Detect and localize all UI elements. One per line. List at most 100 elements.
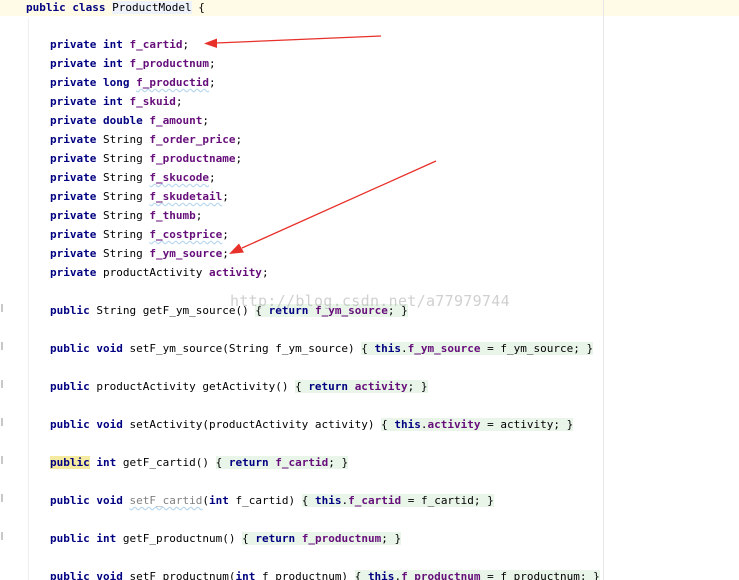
field-line[interactable]: private String f_ym_source; xyxy=(50,246,229,262)
field-type: double xyxy=(102,114,143,127)
semicolon: ; xyxy=(235,133,243,146)
field-ref: f_productnum xyxy=(301,532,382,545)
field-line[interactable]: private int f_cartid; xyxy=(50,37,189,53)
field-line[interactable]: private String f_thumb; xyxy=(50,208,202,224)
field-type: String xyxy=(102,152,143,165)
folded-body[interactable]: { return activity; } xyxy=(295,380,428,393)
close-brace: } xyxy=(414,380,428,393)
semicolon: ; xyxy=(208,76,216,89)
modifier: private xyxy=(50,190,97,203)
gutter-fold-marker[interactable] xyxy=(1,342,3,350)
field-type: int xyxy=(102,38,123,51)
gutter-fold-marker[interactable] xyxy=(1,532,3,540)
field-name: f_productnum xyxy=(129,57,209,70)
return-type: int xyxy=(96,456,117,469)
class-declaration-line[interactable]: public class ProductModel { xyxy=(26,0,205,16)
field-line[interactable]: private String f_productname; xyxy=(50,151,242,167)
keyword-this: this xyxy=(394,418,421,431)
open-brace: { xyxy=(255,304,269,317)
field-ref: f_ym_source xyxy=(314,304,388,317)
folded-body[interactable]: { return f_cartid; } xyxy=(215,456,349,469)
keyword-class: class xyxy=(72,1,106,14)
keyword-return: return xyxy=(228,456,269,469)
method-line[interactable]: public void setF_ym_source(String f_ym_s… xyxy=(50,341,594,357)
keyword-this: this xyxy=(314,494,342,507)
method-line[interactable]: public int getF_cartid() { return f_cart… xyxy=(50,455,349,471)
folded-body[interactable]: { return f_ym_source; } xyxy=(255,304,408,317)
field-type: int xyxy=(102,57,123,70)
modifier: private xyxy=(50,95,97,108)
method-signature: setActivity(productActivity activity) xyxy=(129,418,375,431)
method-line[interactable]: public void setActivity(productActivity … xyxy=(50,417,574,433)
method-line[interactable]: public void setF_cartid(int f_cartid) { … xyxy=(50,493,494,509)
field-name: f_productname xyxy=(149,152,236,165)
modifier: private xyxy=(50,76,97,89)
modifier: private xyxy=(50,247,97,260)
field-line[interactable]: private productActivity activity; xyxy=(50,265,269,281)
folded-body[interactable]: { return f_productnum; } xyxy=(242,532,402,545)
semicolon: ; xyxy=(222,247,229,260)
field-line[interactable]: private String f_skucode; xyxy=(50,170,216,186)
gutter-fold-marker[interactable] xyxy=(1,304,3,312)
field-line[interactable]: private long f_productid; xyxy=(50,75,216,91)
open-brace: { xyxy=(354,570,368,580)
gutter-fold-marker[interactable] xyxy=(1,418,3,426)
open-brace: { xyxy=(215,456,229,469)
field-ref: f_productnum xyxy=(401,570,481,580)
method-line[interactable]: public void setF_productnum(int f_produc… xyxy=(50,569,600,580)
field-line[interactable]: private String f_costprice; xyxy=(50,227,229,243)
close-brace: } xyxy=(586,570,600,580)
folded-body[interactable]: { this.f_cartid = f_cartid; } xyxy=(301,494,494,507)
gutter-fold-marker[interactable] xyxy=(1,494,3,502)
folded-body[interactable]: { this.f_ym_source = f_ym_source; } xyxy=(361,342,594,355)
close-brace: } xyxy=(334,456,349,469)
open-brace: { xyxy=(301,494,315,507)
field-ref: f_cartid xyxy=(275,456,329,469)
field-line[interactable]: private int f_productnum; xyxy=(50,56,216,72)
param-rest: f_cartid) xyxy=(228,494,296,507)
method-line[interactable]: public int getF_productnum() { return f_… xyxy=(50,531,402,547)
semicolon: ; xyxy=(222,228,229,241)
field-name: f_productid xyxy=(136,76,209,89)
field-name: f_skucode xyxy=(149,171,209,184)
method-line[interactable]: public String getF_ym_source() { return … xyxy=(50,303,408,319)
modifier: private xyxy=(50,209,97,222)
close-brace: } xyxy=(480,494,494,507)
modifier: public xyxy=(50,418,90,431)
close-brace: } xyxy=(579,342,594,355)
field-name: f_cartid xyxy=(129,38,183,51)
open-brace: { xyxy=(242,532,256,545)
assignment: = activity; xyxy=(480,418,561,431)
close-brace: } xyxy=(560,418,574,431)
return-type: int xyxy=(96,532,117,545)
modifier: private xyxy=(50,266,97,279)
field-ref: f_ym_source xyxy=(407,342,481,355)
dot: . xyxy=(420,418,428,431)
modifier: public xyxy=(50,380,90,393)
folded-body[interactable]: { this.f_productnum = f_productnum; } xyxy=(354,570,600,580)
field-name: f_order_price xyxy=(149,133,236,146)
folded-body[interactable]: { this.activity = activity; } xyxy=(381,418,574,431)
method-signature: setF_ym_source(String f_ym_source) xyxy=(129,342,355,355)
code-editor[interactable]: public class ProductModel { private int … xyxy=(0,0,739,580)
field-name: f_amount xyxy=(149,114,203,127)
method-signature: getF_productnum() xyxy=(122,532,236,545)
field-line[interactable]: private String f_skudetail; xyxy=(50,189,229,205)
gutter-fold-marker[interactable] xyxy=(1,456,3,464)
modifier: private xyxy=(50,152,97,165)
gutter-fold-marker[interactable] xyxy=(1,380,3,388)
field-type: String xyxy=(102,228,143,241)
param-type: int xyxy=(208,494,229,507)
field-line[interactable]: private String f_order_price; xyxy=(50,132,242,148)
field-line[interactable]: private double f_amount; xyxy=(50,113,209,129)
field-ref: activity xyxy=(354,380,408,393)
method-line[interactable]: public productActivity getActivity() { r… xyxy=(50,379,428,395)
param-type: int xyxy=(235,570,256,580)
field-line[interactable]: private int f_skuid; xyxy=(50,94,182,110)
semicolon: ; xyxy=(328,456,335,469)
semicolon: ; xyxy=(208,171,216,184)
modifier: private xyxy=(50,171,97,184)
arrow-icon xyxy=(229,160,437,254)
dot: . xyxy=(401,342,408,355)
method-name-unused: setF_cartid xyxy=(129,494,203,507)
